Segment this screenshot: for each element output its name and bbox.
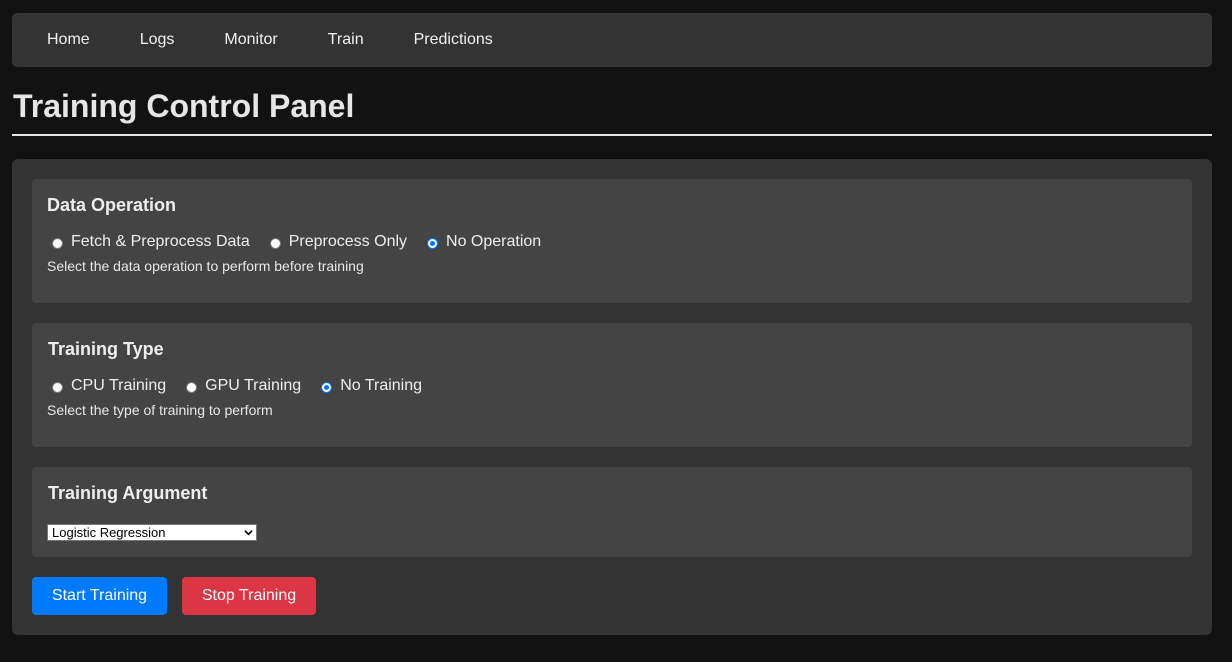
radio-button[interactable] bbox=[52, 381, 63, 393]
radio-button-checked[interactable] bbox=[321, 381, 333, 393]
radio-button[interactable] bbox=[269, 237, 281, 249]
select-value: Logistic Regression bbox=[52, 525, 166, 540]
start-training-button[interactable]: Start Training bbox=[32, 577, 167, 615]
title-divider bbox=[12, 134, 1212, 136]
radio-option-no-operation[interactable]: No Operation bbox=[427, 233, 541, 251]
control-panel: Data Operation Fetch & Preprocess Data P… bbox=[12, 159, 1212, 635]
radio-button[interactable] bbox=[52, 237, 63, 249]
data-operation-options: Fetch & Preprocess Data Preprocess Only … bbox=[52, 233, 561, 251]
radio-option-gpu-training[interactable]: GPU Training bbox=[186, 377, 301, 395]
radio-option-fetch-preprocess[interactable]: Fetch & Preprocess Data bbox=[52, 233, 250, 251]
data-operation-hint: Select the data operation to perform bef… bbox=[47, 258, 364, 274]
radio-option-cpu-training[interactable]: CPU Training bbox=[52, 377, 166, 395]
radio-option-no-training[interactable]: No Training bbox=[321, 377, 422, 395]
radio-button-checked[interactable] bbox=[427, 237, 439, 249]
radio-label: GPU Training bbox=[205, 377, 302, 394]
training-type-card: Training Type CPU Training GPU Training … bbox=[32, 323, 1192, 447]
chevron-down-icon bbox=[244, 530, 253, 536]
training-argument-title: Training Argument bbox=[48, 483, 208, 503]
radio-label: Preprocess Only bbox=[288, 233, 408, 250]
training-argument-card: Training Argument Logistic Regression bbox=[32, 467, 1192, 557]
data-operation-title: Data Operation bbox=[47, 195, 177, 215]
radio-button[interactable] bbox=[186, 381, 198, 393]
nav-predictions[interactable]: Predictions bbox=[414, 31, 493, 49]
nav-logs[interactable]: Logs bbox=[140, 31, 175, 49]
training-type-hint: Select the type of training to perform bbox=[47, 402, 273, 418]
nav-monitor[interactable]: Monitor bbox=[224, 31, 277, 49]
page-title: Training Control Panel bbox=[13, 88, 355, 124]
radio-label: CPU Training bbox=[71, 377, 167, 394]
nav-train[interactable]: Train bbox=[328, 31, 364, 49]
radio-option-preprocess-only[interactable]: Preprocess Only bbox=[269, 233, 408, 251]
data-operation-card: Data Operation Fetch & Preprocess Data P… bbox=[32, 179, 1192, 303]
stop-training-button[interactable]: Stop Training bbox=[182, 577, 316, 615]
radio-label: Fetch & Preprocess Data bbox=[71, 233, 250, 250]
top-nav: Home Logs Monitor Train Predictions bbox=[12, 13, 1212, 67]
training-type-options: CPU Training GPU Training No Training bbox=[52, 377, 442, 395]
training-argument-select[interactable]: Logistic Regression bbox=[47, 524, 257, 541]
radio-label: No Training bbox=[340, 377, 423, 394]
nav-home[interactable]: Home bbox=[47, 31, 90, 49]
training-type-title: Training Type bbox=[48, 339, 164, 359]
radio-label: No Operation bbox=[446, 233, 542, 250]
